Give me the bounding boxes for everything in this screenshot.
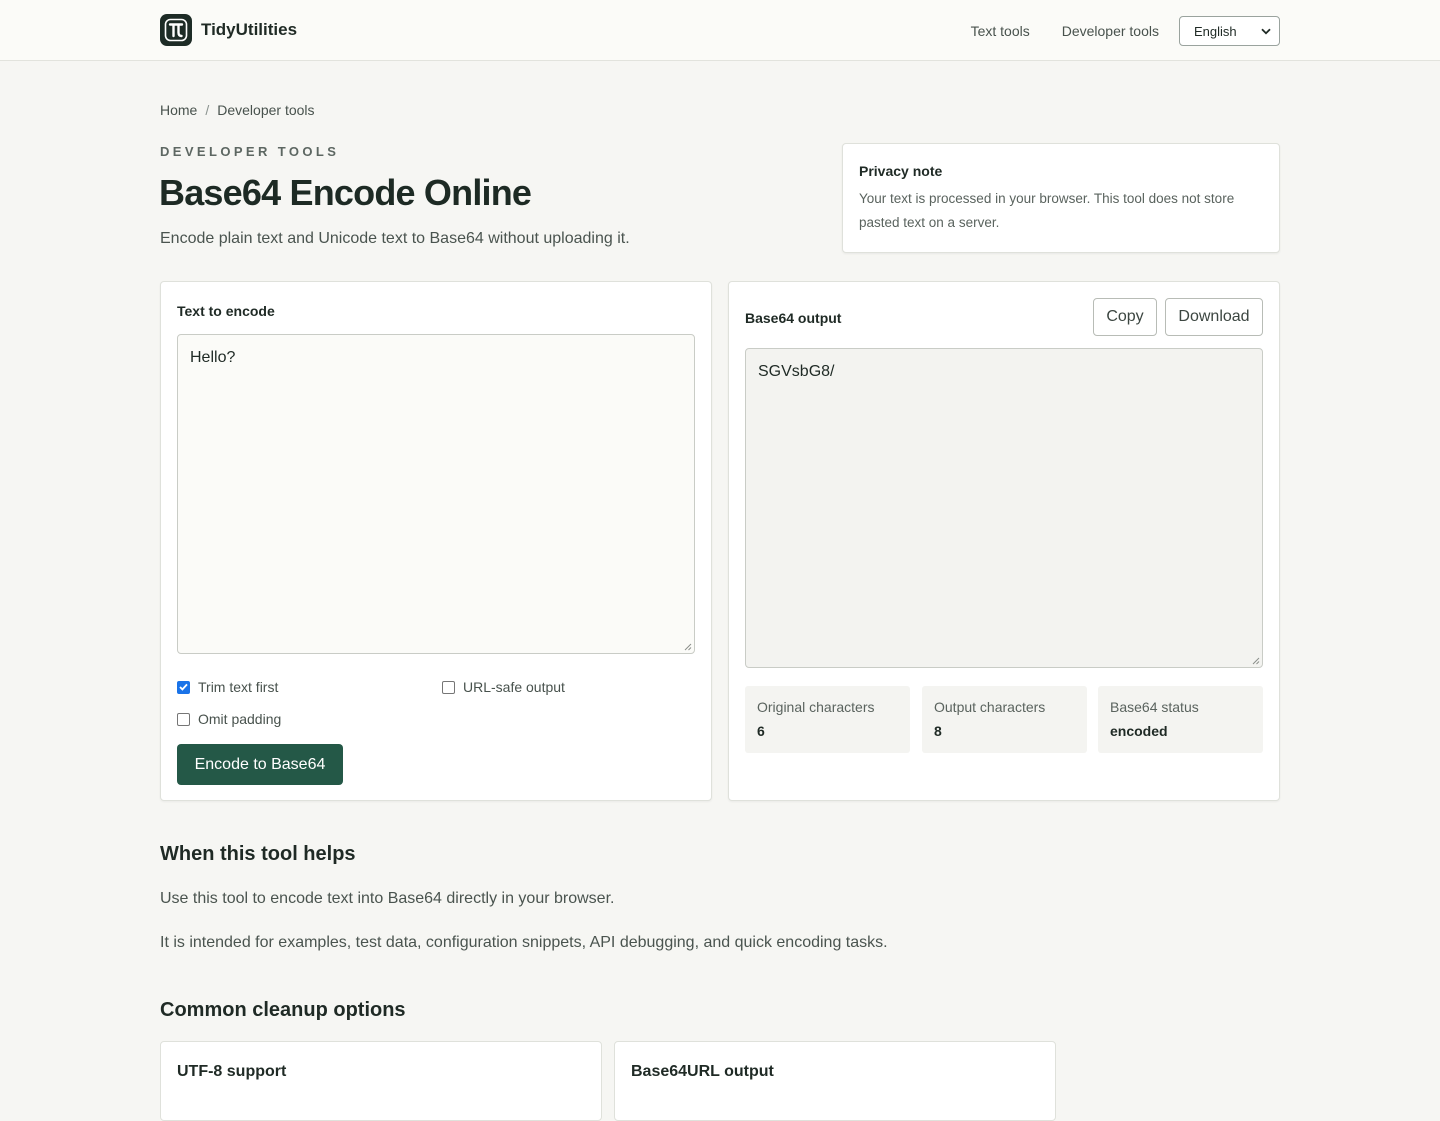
stat-output-characters: Output characters 8 — [922, 686, 1087, 753]
encode-button[interactable]: Encode to Base64 — [177, 744, 343, 785]
eyebrow: DEVELOPER TOOLS — [160, 144, 340, 159]
download-button[interactable]: Download — [1165, 298, 1263, 336]
privacy-text: Your text is processed in your browser. … — [859, 191, 1235, 230]
help-title: When this tool helps — [160, 843, 356, 865]
input-label: Text to encode — [177, 303, 275, 319]
omit-padding-option[interactable]: Omit padding — [177, 711, 281, 727]
resize-grip-icon[interactable] — [684, 643, 692, 651]
help-paragraph-2: It is intended for examples, test data, … — [160, 934, 888, 951]
nav-text-tools[interactable]: Text tools — [971, 23, 1030, 39]
stat-label: Output characters — [934, 699, 1046, 715]
text-input[interactable]: Hello? — [177, 334, 695, 654]
option-card-base64url: Base64URL output — [614, 1041, 1056, 1121]
stat-label: Base64 status — [1110, 699, 1199, 715]
omit-padding-label: Omit padding — [198, 711, 282, 727]
stat-value: encoded — [1110, 723, 1168, 739]
chevron-down-icon — [1261, 28, 1271, 34]
brand[interactable]: TidyUtilities — [160, 14, 297, 46]
input-panel: Text to encode Hello? Trim text first UR… — [160, 281, 712, 801]
stat-original-characters: Original characters 6 — [745, 686, 910, 753]
url-safe-label: URL-safe output — [463, 679, 565, 695]
stat-value: 8 — [934, 723, 942, 739]
output-panel: Base64 output Copy Download SGVsbG8/ Ori… — [728, 281, 1280, 801]
trim-text-label: Trim text first — [198, 679, 279, 695]
trim-text-option[interactable]: Trim text first — [177, 679, 278, 695]
language-select[interactable]: English — [1179, 16, 1280, 46]
privacy-title: Privacy note — [859, 163, 943, 179]
resize-grip-icon[interactable] — [1252, 657, 1260, 665]
stat-label: Original characters — [757, 699, 875, 715]
copy-button[interactable]: Copy — [1093, 298, 1157, 336]
top-bar: TidyUtilities Text tools Developer tools… — [0, 0, 1440, 61]
text-input-value: Hello? — [190, 349, 236, 366]
output-label: Base64 output — [745, 310, 842, 326]
help-paragraph-1: Use this tool to encode text into Base64… — [160, 890, 615, 907]
stat-value: 6 — [757, 723, 765, 739]
logo-icon — [160, 14, 192, 46]
breadcrumb-developer-tools[interactable]: Developer tools — [217, 102, 314, 118]
checkbox-checked[interactable] — [177, 680, 190, 694]
language-value: English — [1194, 23, 1237, 39]
brand-name: TidyUtilities — [201, 20, 298, 39]
stat-base64-status: Base64 status encoded — [1098, 686, 1263, 753]
options-title: Common cleanup options — [160, 999, 406, 1021]
url-safe-option[interactable]: URL-safe output — [442, 679, 565, 695]
page-title: Base64 Encode Online — [159, 172, 532, 213]
privacy-note: Privacy note Your text is processed in y… — [842, 143, 1280, 253]
checkmark-icon — [179, 683, 188, 691]
checkbox-unchecked[interactable] — [442, 680, 455, 694]
top-nav: Text tools Developer tools English — [971, 16, 1280, 46]
checkbox-unchecked[interactable] — [177, 712, 190, 726]
base64-output[interactable]: SGVsbG8/ — [745, 348, 1263, 668]
page-subtitle: Encode plain text and Unicode text to Ba… — [160, 230, 630, 247]
breadcrumb: Home / Developer tools — [160, 102, 315, 118]
breadcrumb-home[interactable]: Home — [160, 102, 197, 118]
nav-developer-tools[interactable]: Developer tools — [1062, 23, 1159, 39]
breadcrumb-separator: / — [205, 102, 210, 118]
option-card-utf8: UTF-8 support — [160, 1041, 602, 1121]
base64-output-value: SGVsbG8/ — [758, 363, 835, 380]
